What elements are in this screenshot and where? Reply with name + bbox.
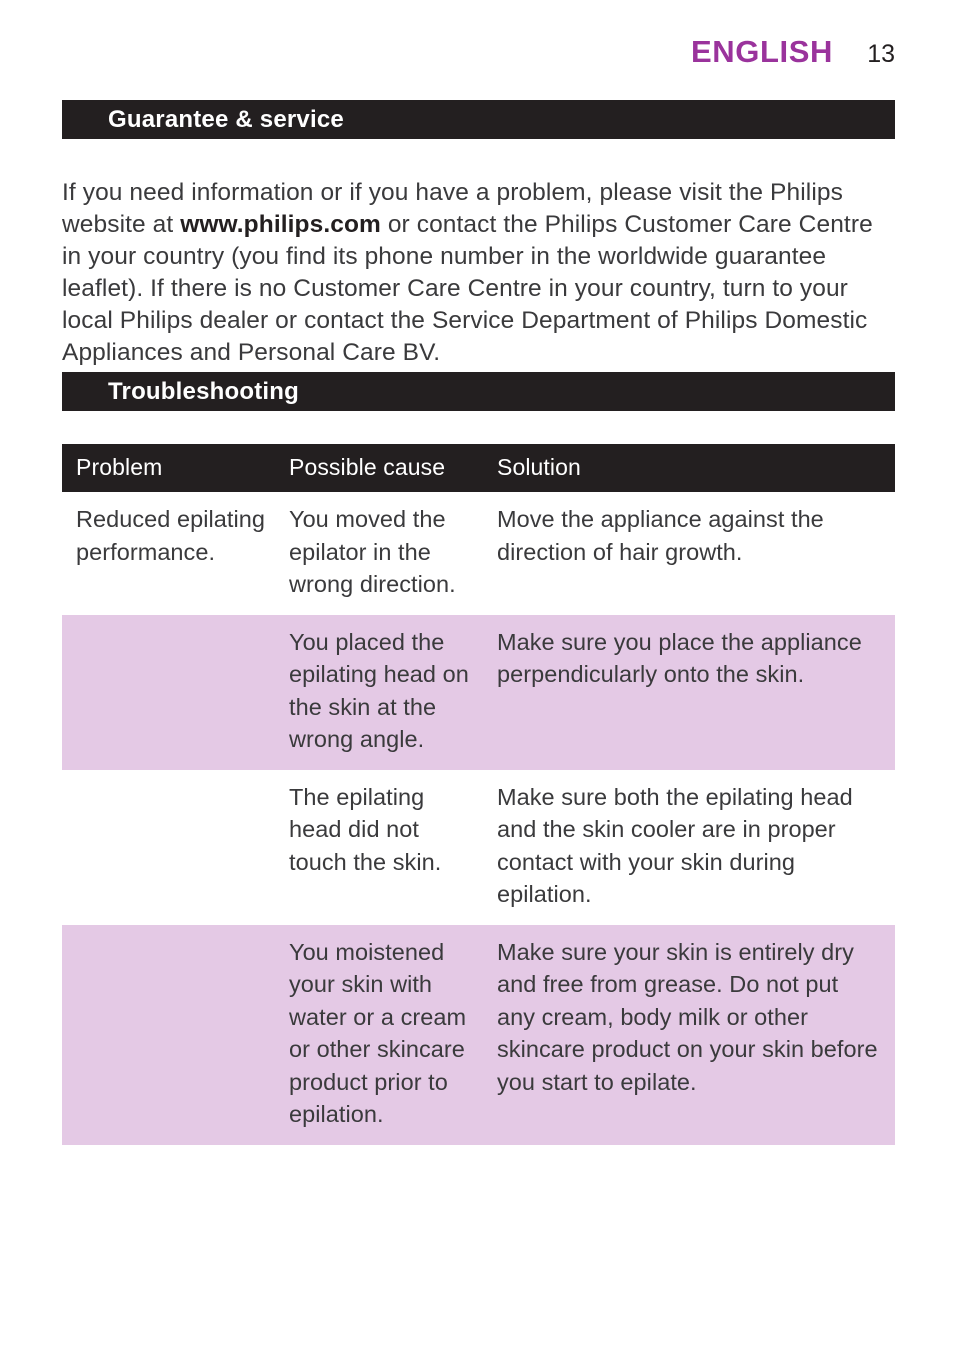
document-page: ENGLISH 13 Guarantee & service If you ne…: [0, 0, 954, 1345]
running-head: ENGLISH 13: [0, 36, 895, 67]
cell-problem: [62, 924, 277, 1145]
table-body: Reduced epilating performance. You moved…: [62, 492, 895, 1145]
column-header-solution: Solution: [485, 444, 895, 493]
cell-solution: Make sure both the epilating head and th…: [485, 769, 895, 925]
cell-solution: Move the appliance against the direction…: [485, 492, 895, 615]
cell-solution: Make sure your skin is entirely dry and …: [485, 924, 895, 1145]
cell-possible-cause: You moved the epilator in the wrong dire…: [277, 492, 485, 615]
column-header-problem: Problem: [62, 444, 277, 493]
cell-problem: [62, 769, 277, 925]
cell-problem: Reduced epilating performance.: [62, 492, 277, 615]
page-number: 13: [867, 40, 895, 68]
cell-possible-cause: You placed the epilating head on the ski…: [277, 614, 485, 770]
table-row: Reduced epilating performance. You moved…: [62, 492, 895, 615]
table-row: The epilating head did not touch the ski…: [62, 769, 895, 925]
cell-possible-cause: The epilating head did not touch the ski…: [277, 769, 485, 925]
cell-possible-cause: You moistened your skin with water or a …: [277, 924, 485, 1145]
section-header-troubleshooting: Troubleshooting: [62, 372, 895, 411]
column-header-possible-cause: Possible cause: [277, 444, 485, 493]
guarantee-paragraph: If you need information or if you have a…: [62, 177, 898, 369]
table-header-row: Problem Possible cause Solution: [62, 444, 895, 493]
section-title-troubleshooting: Troubleshooting: [108, 377, 299, 405]
language-label: ENGLISH: [691, 34, 833, 69]
section-title-guarantee: Guarantee & service: [108, 105, 344, 133]
section-header-guarantee: Guarantee & service: [62, 100, 895, 139]
troubleshooting-table: Problem Possible cause Solution Reduced …: [62, 444, 895, 1145]
table-row: You moistened your skin with water or a …: [62, 924, 895, 1145]
table-row: You placed the epilating head on the ski…: [62, 614, 895, 770]
philips-website-url: www.philips.com: [180, 210, 381, 238]
cell-solution: Make sure you place the appliance perpen…: [485, 614, 895, 770]
cell-problem: [62, 614, 277, 770]
